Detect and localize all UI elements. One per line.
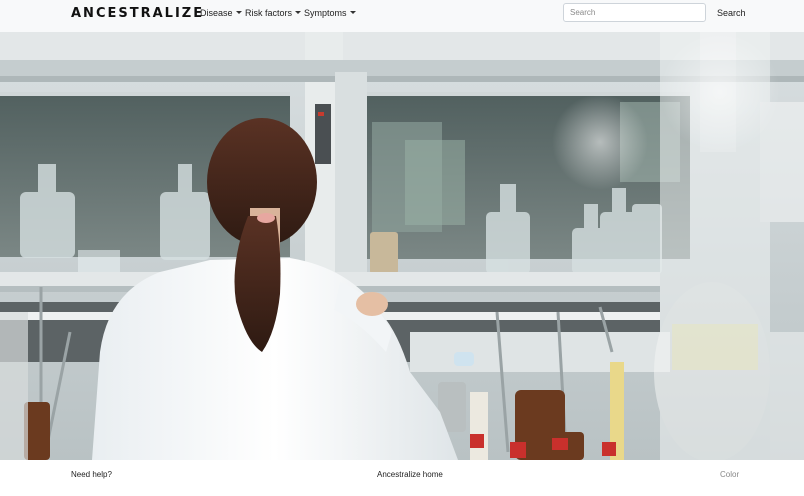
navbar: ANCESTRALIZE Disease Risk factors Sympto… [0, 0, 804, 32]
nav-risk-factors-label: Risk factors [245, 8, 293, 18]
caret-down-icon [235, 11, 242, 14]
nav-symptoms-label: Symptoms [304, 8, 347, 18]
nav-disease-label: Disease [200, 8, 233, 18]
search-button[interactable]: Search [713, 4, 750, 22]
home-link[interactable]: Ancestralize home [377, 470, 443, 479]
color-toggle[interactable]: Color [720, 470, 739, 479]
nav-risk-factors-dropdown[interactable]: Risk factors [245, 8, 302, 18]
brand-logo[interactable]: ANCESTRALIZE [71, 6, 204, 21]
search-input[interactable] [563, 3, 706, 22]
hero-image [0, 32, 804, 460]
caret-down-icon [349, 11, 356, 14]
nav-symptoms-dropdown[interactable]: Symptoms [304, 8, 356, 18]
laboratory-photo [0, 32, 804, 460]
nav-disease-dropdown[interactable]: Disease [200, 8, 242, 18]
help-link[interactable]: Need help? [71, 470, 112, 479]
caret-down-icon [295, 11, 302, 14]
